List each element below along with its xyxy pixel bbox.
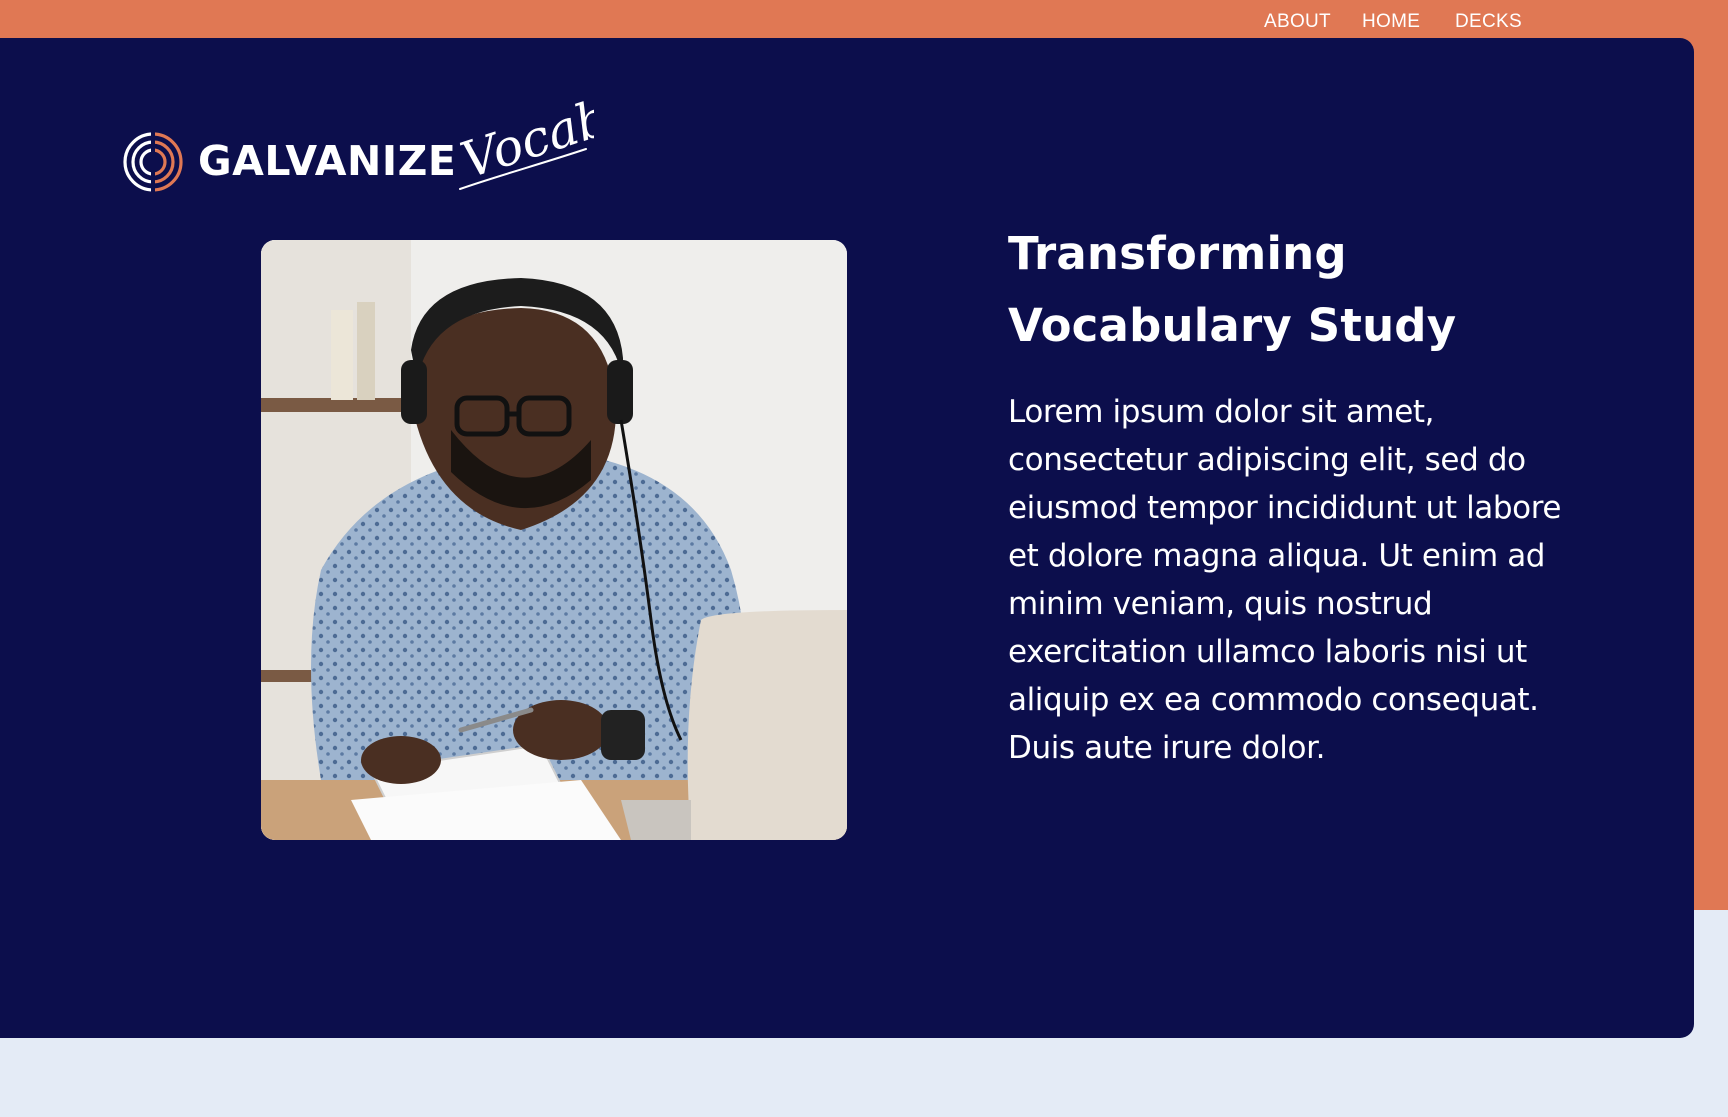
nav-link-about[interactable]: ABOUT xyxy=(1264,11,1331,33)
hero-section: GALVANIZE Vocab Transforming Vocabulary … xyxy=(0,38,1694,1038)
student-studying-image xyxy=(261,240,847,840)
top-navigation: ABOUT HOME DECKS xyxy=(0,0,1728,38)
hero-title: Transforming Vocabulary Study xyxy=(1008,227,1457,352)
nav-link-decks[interactable]: DECKS xyxy=(1455,11,1522,33)
logo-script-vocab: Vocab xyxy=(454,91,594,190)
hero-photo xyxy=(261,240,847,840)
logo-wordmark: GALVANIZE xyxy=(198,137,457,185)
hero-copy: Transforming Vocabulary Study Lorem ipsu… xyxy=(1008,218,1588,772)
svg-text:Vocab: Vocab xyxy=(454,91,594,190)
hero-description: Lorem ipsum dolor sit amet, consectetur … xyxy=(1008,394,1562,766)
galvanize-logo-icon xyxy=(123,131,183,193)
galvanize-vocab-logo[interactable]: GALVANIZE Vocab xyxy=(122,91,594,211)
nav-link-home[interactable]: HOME xyxy=(1362,11,1420,33)
